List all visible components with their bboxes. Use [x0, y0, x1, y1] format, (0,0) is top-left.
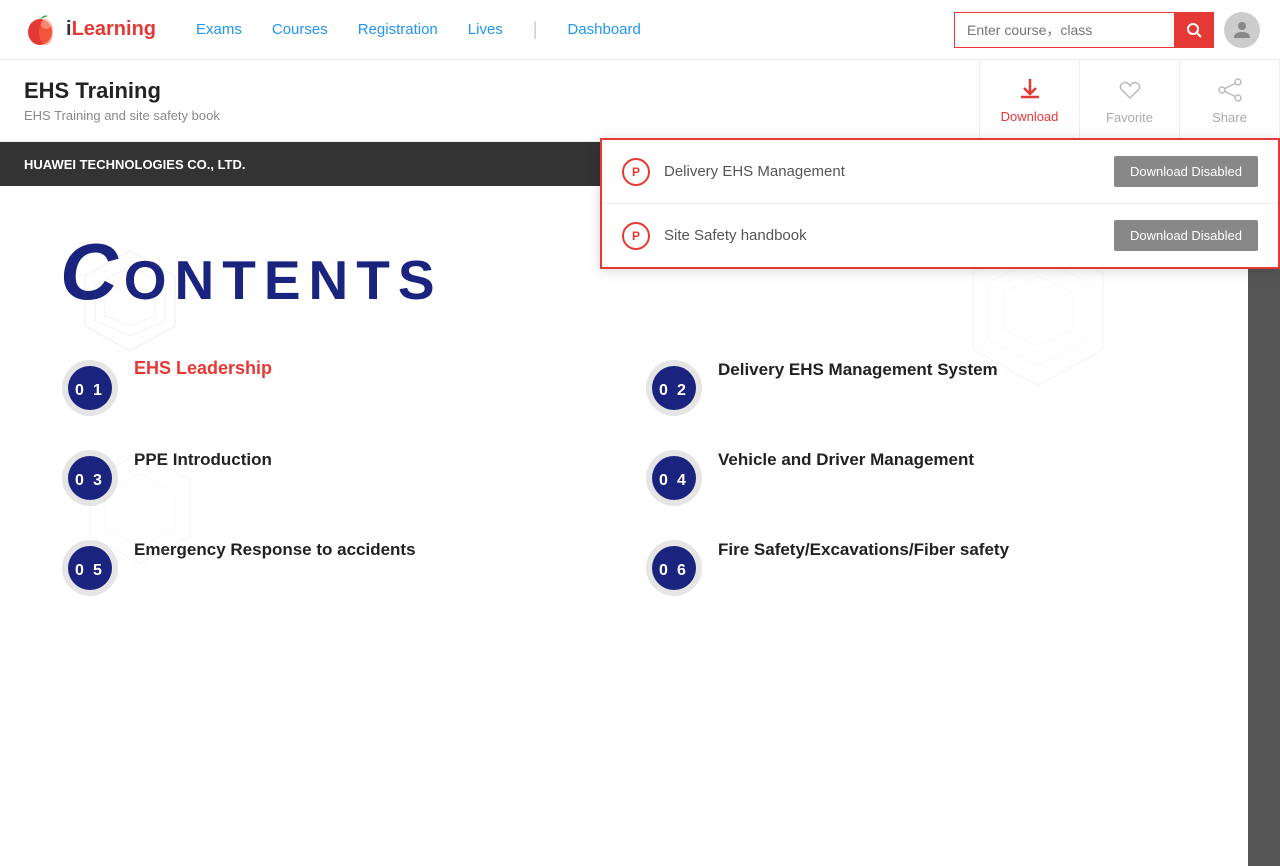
contents-page: CONTENTS 0 1 — [60, 226, 1188, 598]
search-area — [954, 12, 1260, 48]
number-container-4: 0 4 — [644, 448, 704, 508]
contents-item-4: 0 4 Vehicle and Driver Management — [644, 448, 1188, 508]
svg-text:0: 0 — [659, 382, 668, 399]
file-icon-inner-2: P — [632, 229, 640, 243]
file-icon-inner-1: P — [632, 165, 640, 179]
logo-icon — [20, 10, 60, 50]
download-disabled-btn-2[interactable]: Download Disabled — [1114, 220, 1258, 251]
course-subtitle: EHS Training and site safety book — [24, 108, 955, 123]
svg-text:0: 0 — [75, 562, 84, 579]
avatar[interactable] — [1224, 12, 1260, 48]
search-icon — [1185, 21, 1203, 39]
number-circle-4-inner: 0 4 — [651, 455, 697, 501]
user-icon — [1230, 18, 1254, 42]
main-content: CONTENTS 0 1 — [0, 186, 1280, 866]
header: iLearning Exams Courses Registration Liv… — [0, 0, 1280, 60]
download-dropdown: P Delivery EHS Management Download Disab… — [600, 138, 1280, 269]
svg-text:0: 0 — [75, 382, 84, 399]
svg-text:6: 6 — [677, 562, 686, 579]
item-text-4: Vehicle and Driver Management — [718, 448, 1188, 472]
dropdown-item-2: P Site Safety handbook Download Disabled — [602, 204, 1278, 267]
right-sidebar — [1248, 186, 1280, 866]
search-button[interactable] — [1174, 12, 1214, 48]
nav-registration[interactable]: Registration — [358, 21, 438, 38]
svg-text:2: 2 — [677, 382, 686, 399]
item-title-6: Fire Safety/Excavations/Fiber safety — [718, 538, 1188, 562]
nav-separator: | — [533, 19, 538, 40]
dropdown-item-1: P Delivery EHS Management Download Disab… — [602, 140, 1278, 204]
document-view: CONTENTS 0 1 — [0, 186, 1248, 866]
dropdown-filename-1: Delivery EHS Management — [664, 163, 1114, 180]
number-circle-1-inner: 0 1 — [67, 365, 113, 411]
share-icon — [1216, 76, 1244, 104]
course-title: EHS Training — [24, 78, 955, 104]
nav-courses[interactable]: Courses — [272, 21, 328, 38]
favorite-label: Favorite — [1106, 110, 1153, 125]
download-label: Download — [1001, 109, 1059, 124]
nav-lives[interactable]: Lives — [468, 21, 503, 38]
svg-text:1: 1 — [93, 382, 102, 399]
svg-text:0: 0 — [659, 562, 668, 579]
nav-exams[interactable]: Exams — [196, 21, 242, 38]
logo-text: iLearning — [66, 18, 156, 41]
search-input[interactable] — [954, 12, 1174, 48]
number-container-3: 0 3 — [60, 448, 120, 508]
file-icon-2: P — [622, 222, 650, 250]
share-label: Share — [1212, 110, 1247, 125]
number-container-1: 0 1 — [60, 358, 120, 418]
hex-bg-topleft — [70, 246, 190, 366]
logo[interactable]: iLearning — [20, 10, 156, 50]
course-header: EHS Training EHS Training and site safet… — [0, 60, 1280, 142]
number-container-5: 0 5 — [60, 538, 120, 598]
svg-text:3: 3 — [93, 472, 102, 489]
download-disabled-btn-1[interactable]: Download Disabled — [1114, 156, 1258, 187]
nav: Exams Courses Registration Lives | Dashb… — [196, 19, 954, 40]
item-text-1: EHS Leadership — [134, 358, 604, 379]
number-circle-5-inner: 0 5 — [67, 545, 113, 591]
item-title-1: EHS Leadership — [134, 358, 604, 379]
item-text-6: Fire Safety/Excavations/Fiber safety — [718, 538, 1188, 562]
download-icon — [1016, 75, 1044, 103]
number-container-6: 0 6 — [644, 538, 704, 598]
share-button[interactable]: Share — [1180, 60, 1280, 141]
svg-text:5: 5 — [93, 562, 102, 579]
file-icon-1: P — [622, 158, 650, 186]
nav-dashboard[interactable]: Dashboard — [567, 21, 640, 38]
svg-text:0: 0 — [75, 472, 84, 489]
contents-item-1: 0 1 EHS Leadership — [60, 358, 604, 418]
svg-text:0: 0 — [659, 472, 668, 489]
number-circle-2-inner: 0 2 — [651, 365, 697, 411]
number-circle-6-inner: 0 6 — [651, 545, 697, 591]
course-title-area: EHS Training EHS Training and site safet… — [0, 60, 979, 141]
number-container-2: 0 2 — [644, 358, 704, 418]
number-circle-3-inner: 0 3 — [67, 455, 113, 501]
contents-item-6: 0 6 Fire Safety/Excavations/Fiber safety — [644, 538, 1188, 598]
svg-text:4: 4 — [677, 472, 686, 489]
download-button[interactable]: Download — [980, 60, 1080, 141]
dropdown-filename-2: Site Safety handbook — [664, 227, 1114, 244]
favorite-button[interactable]: Favorite — [1080, 60, 1180, 141]
favorite-icon — [1116, 76, 1144, 104]
item-title-4: Vehicle and Driver Management — [718, 448, 1188, 472]
course-actions: Download Favorite Share — [979, 60, 1280, 141]
company-name: HUAWEI TECHNOLOGIES CO., LTD. — [24, 157, 245, 172]
